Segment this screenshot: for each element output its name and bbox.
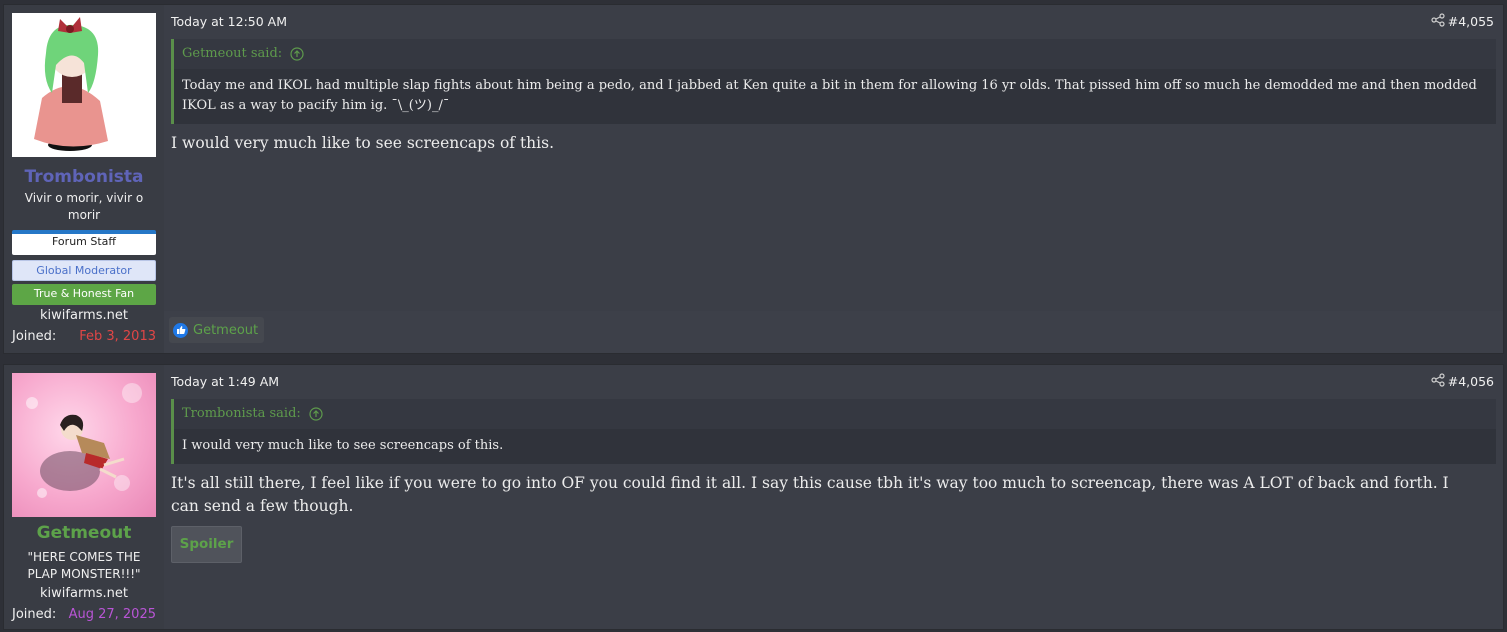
avatar-image bbox=[26, 383, 142, 498]
avatar-image bbox=[34, 17, 108, 151]
post-number[interactable]: #4,056 bbox=[1448, 374, 1494, 389]
post-number[interactable]: #4,055 bbox=[1448, 14, 1494, 29]
joined-date: Feb 3, 2013 bbox=[79, 329, 156, 344]
banner-global-moderator: Global Moderator bbox=[12, 260, 156, 281]
avatar[interactable] bbox=[12, 373, 156, 517]
quote-block: Trombonista said: I would very much like… bbox=[171, 399, 1496, 464]
username[interactable]: Getmeout bbox=[4, 523, 164, 543]
user-cell: Trombonista Vivir o morir, vivir o morir… bbox=[4, 5, 164, 353]
banner-true-honest-fan: True & Honest Fan bbox=[12, 284, 156, 305]
reaction-summary[interactable]: Getmeout bbox=[169, 317, 265, 343]
post-main: Today at 1:49 AM #4,056 Trombonista said… bbox=[164, 365, 1503, 629]
post-body: I would very much like to see screencaps… bbox=[171, 134, 554, 152]
post-timestamp[interactable]: Today at 1:49 AM bbox=[171, 374, 279, 389]
post-4056: Getmeout "HERE COMES THE PLAP MONSTER!!!… bbox=[3, 364, 1504, 630]
jump-up-icon[interactable] bbox=[309, 406, 323, 421]
quote-header[interactable]: Trombonista said: bbox=[174, 399, 1496, 429]
site-label: kiwifarms.net bbox=[40, 586, 128, 601]
post-4055: Trombonista Vivir o morir, vivir o morir… bbox=[3, 4, 1504, 354]
avatar[interactable] bbox=[12, 13, 156, 157]
joined-label: Joined: bbox=[12, 607, 57, 622]
reactions-bar: Getmeout bbox=[164, 311, 1503, 353]
quote-block: Getmeout said: Today me and IKOL had mul… bbox=[171, 39, 1496, 124]
joined-label: Joined: bbox=[12, 329, 57, 344]
joined-date: Aug 27, 2025 bbox=[68, 607, 156, 622]
user-title: Vivir o morir, vivir o morir bbox=[24, 191, 144, 222]
jump-up-icon[interactable] bbox=[290, 46, 304, 61]
quote-header[interactable]: Getmeout said: bbox=[174, 39, 1496, 69]
username[interactable]: Trombonista bbox=[4, 167, 164, 187]
user-title: "HERE COMES THE PLAP MONSTER!!!" bbox=[27, 550, 141, 581]
site-label: kiwifarms.net bbox=[40, 308, 128, 323]
banner-forum-staff: Forum Staff bbox=[12, 230, 156, 255]
post-timestamp[interactable]: Today at 12:50 AM bbox=[171, 14, 287, 29]
post-body: It's all still there, I feel like if you… bbox=[171, 474, 1449, 515]
share-icon[interactable] bbox=[1431, 373, 1445, 387]
user-cell: Getmeout "HERE COMES THE PLAP MONSTER!!!… bbox=[4, 365, 164, 629]
like-icon bbox=[173, 322, 188, 338]
quote-author[interactable]: Getmeout said: bbox=[182, 46, 282, 61]
quote-author[interactable]: Trombonista said: bbox=[182, 406, 301, 421]
quote-text: I would very much like to see screencaps… bbox=[174, 429, 1496, 464]
share-icon[interactable] bbox=[1431, 13, 1445, 27]
spoiler-button[interactable]: Spoiler bbox=[171, 526, 242, 563]
quote-text: Today me and IKOL had multiple slap figh… bbox=[174, 69, 1496, 124]
reaction-user[interactable]: Getmeout bbox=[193, 323, 258, 338]
post-main: Today at 12:50 AM #4,055 Getmeout said: … bbox=[164, 5, 1503, 353]
